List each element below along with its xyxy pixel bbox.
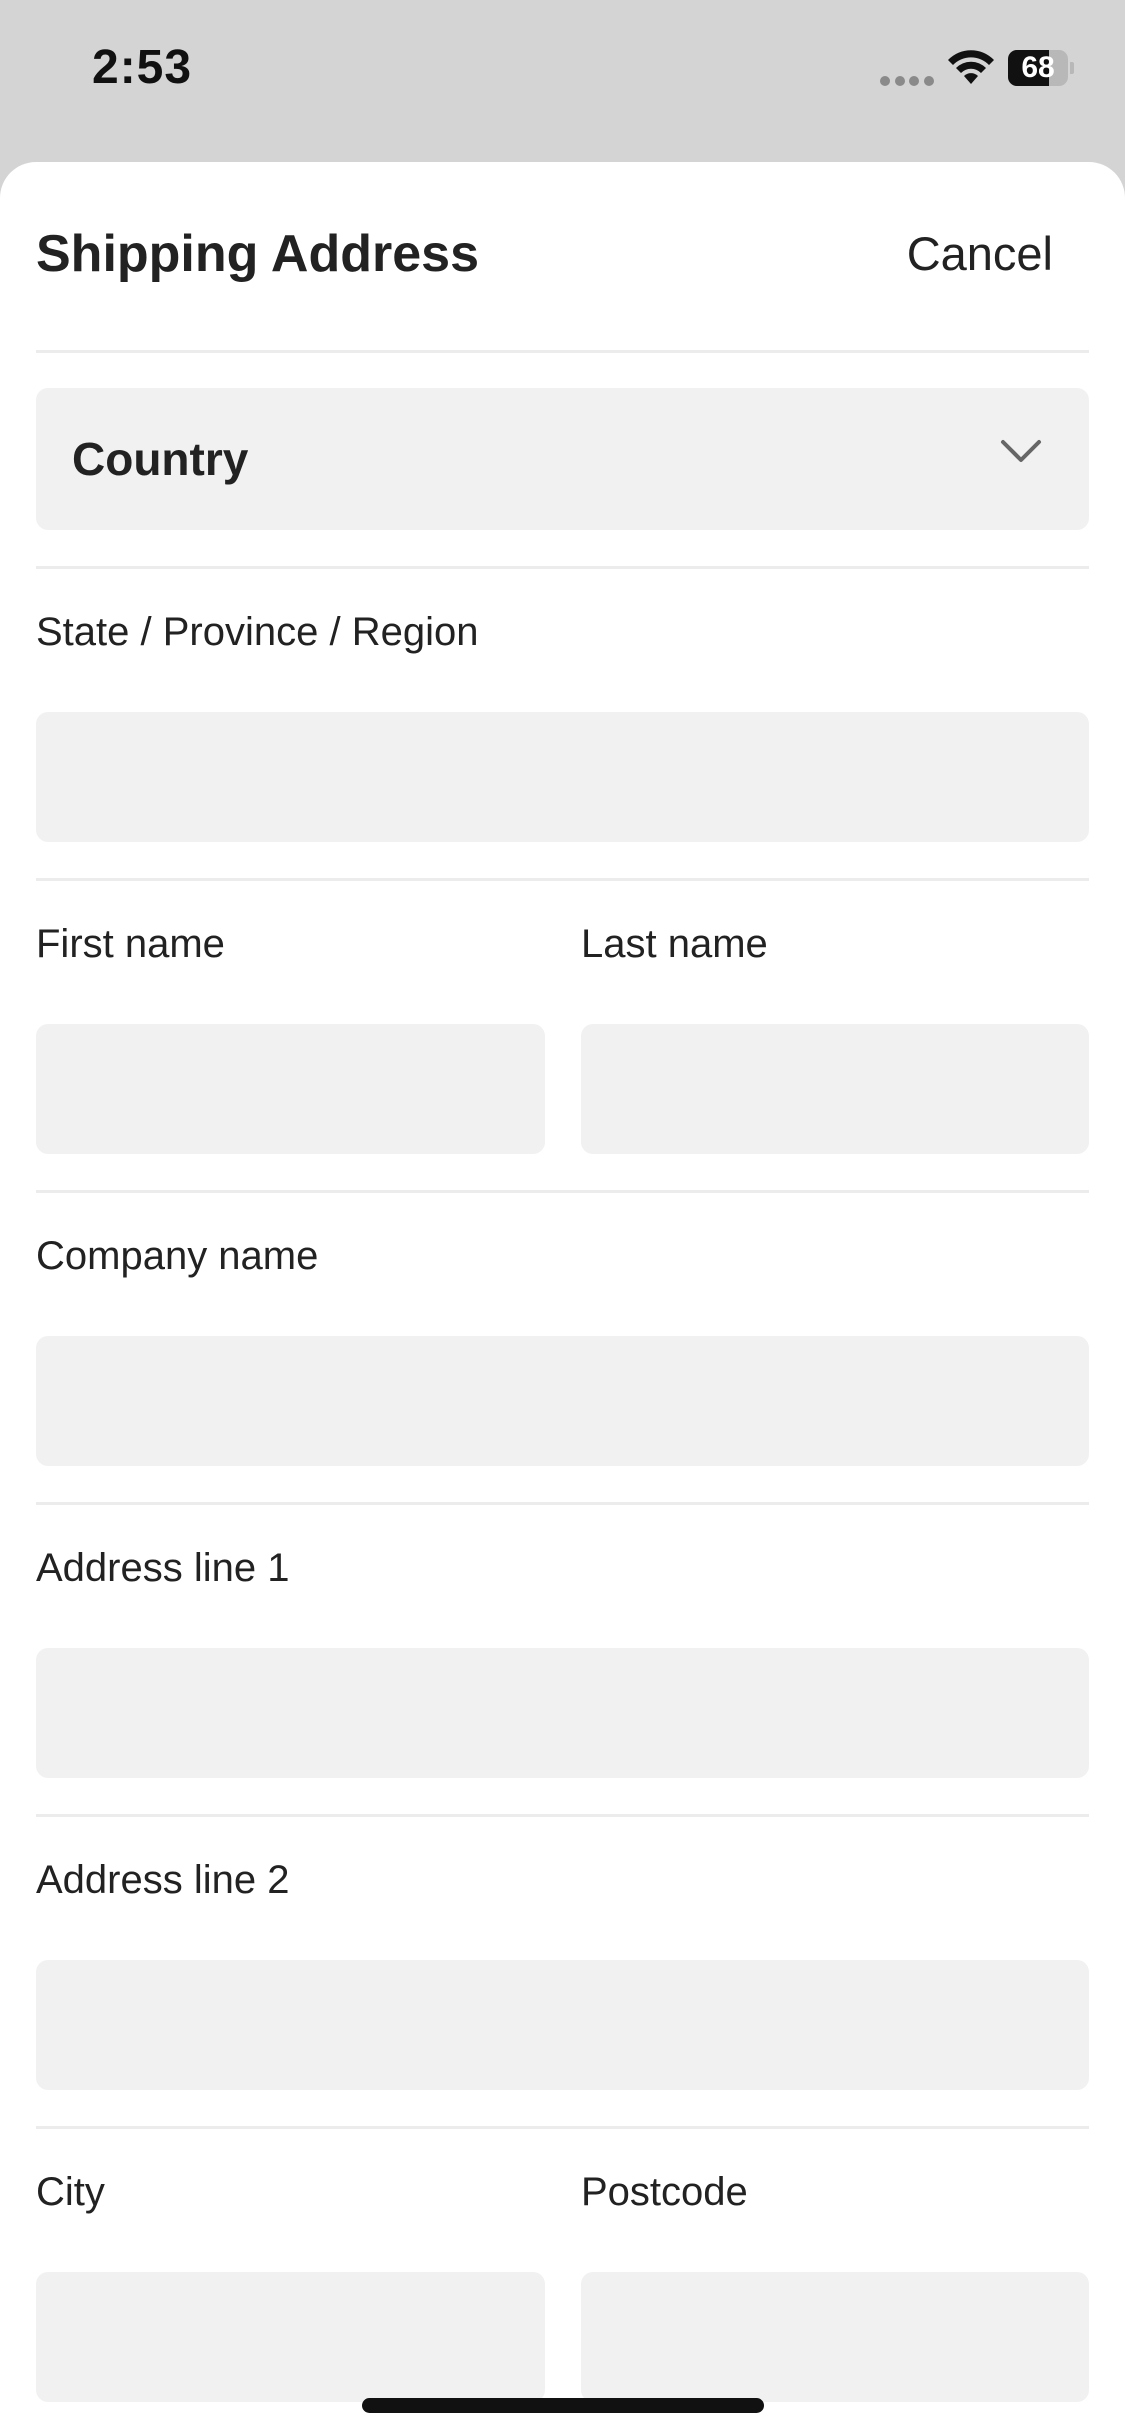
country-label: Country [72,433,249,485]
shipping-address-sheet: Shipping Address Cancel Country State / … [0,162,1125,2436]
address-line-1-input[interactable] [36,1648,1089,1778]
postcode-input[interactable] [581,2272,1089,2402]
state-input[interactable] [36,712,1089,842]
divider [36,1190,1089,1193]
chevron-down-icon [1001,440,1041,462]
divider [36,878,1089,881]
last-name-label: Last name [581,922,768,966]
address-line-2-label: Address line 2 [36,1858,290,1902]
company-name-label: Company name [36,1234,319,1278]
divider [36,350,1089,353]
last-name-input[interactable] [581,1024,1089,1154]
divider [36,1814,1089,1817]
battery-icon: 68 [1008,50,1074,86]
status-time: 2:53 [92,41,193,94]
sheet-title: Shipping Address [36,225,479,283]
cancel-button[interactable]: Cancel [907,226,1053,281]
divider [36,566,1089,569]
status-bar: 2:53 68 [0,0,1125,160]
city-input[interactable] [36,2272,545,2402]
wifi-icon [948,50,994,84]
divider [36,2126,1089,2129]
signal-dots-icon [880,76,934,86]
country-select[interactable]: Country [36,388,1089,530]
battery-percent: 68 [1021,51,1055,84]
state-label: State / Province / Region [36,610,479,654]
city-label: City [36,2170,105,2214]
postcode-label: Postcode [581,2170,748,2214]
first-name-label: First name [36,922,225,966]
first-name-input[interactable] [36,1024,545,1154]
divider [36,1502,1089,1505]
address-line-2-input[interactable] [36,1960,1089,2090]
address-line-1-label: Address line 1 [36,1546,290,1590]
home-indicator[interactable] [362,2398,764,2413]
company-name-input[interactable] [36,1336,1089,1466]
